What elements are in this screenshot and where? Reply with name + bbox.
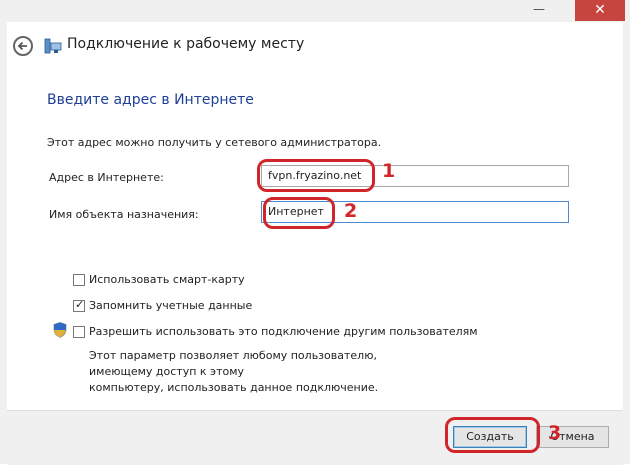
annotation-highlight-destination [263, 197, 335, 229]
network-connection-icon [44, 38, 62, 54]
remember-label[interactable]: Запомнить учетные данные [89, 299, 252, 312]
admin-hint: Этот адрес можно получить у сетевого адм… [47, 136, 382, 149]
share-description-line: компьютеру, использовать данное подключе… [89, 381, 379, 394]
wizard-header: Подключение к рабочему месту [7, 22, 623, 68]
page-heading: Введите адрес в Интернете [47, 92, 254, 108]
destination-label: Имя объекта назначения: [49, 208, 199, 221]
annotation-highlight-create [445, 417, 540, 453]
checkmark-icon: ✓ [75, 298, 85, 311]
close-button[interactable]: ✕ [575, 0, 625, 21]
annotation-number-2: 2 [344, 200, 358, 222]
window-frame: — ✕ Подключение к рабочему месту Введите… [0, 0, 630, 465]
share-description: Этот параметр позволяет любому пользоват… [89, 348, 419, 396]
uac-shield-icon [53, 322, 67, 338]
title-bar: — ✕ [0, 0, 630, 22]
cancel-button[interactable]: Отмена [536, 426, 609, 448]
back-arrow-icon [17, 41, 27, 51]
wizard-content: Подключение к рабочему месту Введите адр… [7, 22, 623, 465]
address-label: Адрес в Интернете: [49, 171, 164, 184]
share-label[interactable]: Разрешить использовать это подключение д… [89, 325, 478, 338]
remember-checkbox[interactable]: ✓ [73, 298, 85, 312]
share-checkbox[interactable] [73, 326, 85, 338]
annotation-highlight-address [257, 159, 375, 192]
annotation-number-3: 3 [548, 422, 562, 444]
smartcard-label[interactable]: Использовать смарт-карту [89, 273, 245, 286]
minimize-button[interactable]: — [525, 0, 553, 20]
smartcard-checkbox[interactable] [73, 274, 85, 286]
share-description-line: Этот параметр позволяет любому пользоват… [89, 349, 377, 378]
back-button[interactable] [13, 36, 33, 56]
annotation-number-1: 1 [382, 160, 396, 182]
window-title: Подключение к рабочему месту [67, 36, 305, 52]
